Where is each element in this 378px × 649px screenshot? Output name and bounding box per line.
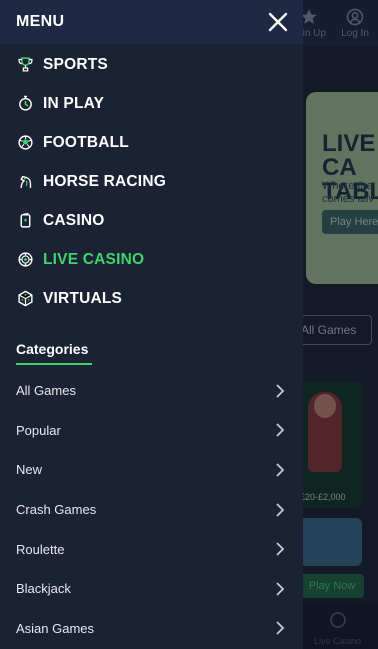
chip-icon [16, 251, 34, 269]
trophy-icon [16, 56, 34, 74]
chevron-right-icon [275, 621, 285, 635]
nav-item-football[interactable]: FOOTBALL [0, 123, 303, 162]
categories-list: All Games Popular New Crash Games Roulet… [0, 371, 303, 648]
category-label: Popular [16, 422, 61, 438]
category-item-all-games[interactable]: All Games [0, 371, 303, 411]
chevron-right-icon [275, 582, 285, 596]
menu-title: MENU [16, 13, 65, 30]
nav-item-live-casino[interactable]: LIVE CASINO [0, 240, 303, 279]
category-label: Roulette [16, 541, 65, 557]
category-label: All Games [16, 383, 76, 399]
category-label: Crash Games [16, 502, 97, 518]
category-item-roulette[interactable]: Roulette [0, 529, 303, 569]
category-item-blackjack[interactable]: Blackjack [0, 569, 303, 609]
category-label: Blackjack [16, 581, 71, 597]
nav-label-horse-racing: HORSE RACING [43, 172, 166, 190]
category-item-crash-games[interactable]: Crash Games [0, 490, 303, 530]
chevron-right-icon [275, 384, 285, 398]
category-item-asian-games[interactable]: Asian Games [0, 609, 303, 649]
nav-label-sports: SPORTS [43, 55, 108, 73]
chevron-right-icon [275, 502, 285, 517]
chevron-right-icon [275, 463, 285, 477]
nav-label-live-casino: LIVE CASINO [43, 250, 145, 268]
category-item-popular[interactable]: Popular [0, 411, 303, 451]
chevron-right-icon [275, 423, 285, 438]
nav-item-sports[interactable]: SPORTS [0, 45, 303, 84]
side-menu: MENU SPORTS IN PLAY FOOTBALL HORSE RACIN… [0, 0, 303, 649]
categories-title: Categories [16, 341, 89, 357]
categories-underline [16, 363, 92, 365]
chevron-right-icon [275, 542, 285, 556]
nav-label-casino: CASINO [43, 211, 105, 229]
close-menu-button[interactable] [266, 10, 290, 34]
close-icon [268, 12, 288, 32]
menu-header: MENU [0, 0, 303, 44]
nav-item-horse-racing[interactable]: HORSE RACING [0, 162, 303, 201]
nav-item-casino[interactable]: CASINO [0, 201, 303, 240]
nav-label-football: FOOTBALL [43, 133, 129, 151]
nav-item-in-play[interactable]: IN PLAY [0, 84, 303, 123]
stopwatch-icon [16, 95, 34, 113]
nav-item-virtuals[interactable]: VIRTUALS [0, 279, 303, 318]
category-label: New [16, 462, 43, 478]
cards-icon [16, 212, 34, 230]
categories-header: Categories [16, 341, 92, 365]
category-item-new[interactable]: New [0, 450, 303, 490]
category-label: Asian Games [16, 620, 95, 636]
horse-icon [16, 173, 34, 191]
nav-label-in-play: IN PLAY [43, 94, 105, 112]
football-icon [16, 134, 34, 152]
nav-label-virtuals: VIRTUALS [43, 289, 123, 307]
main-nav: SPORTS IN PLAY FOOTBALL HORSE RACING CAS… [0, 45, 303, 318]
dice-icon [16, 290, 34, 308]
